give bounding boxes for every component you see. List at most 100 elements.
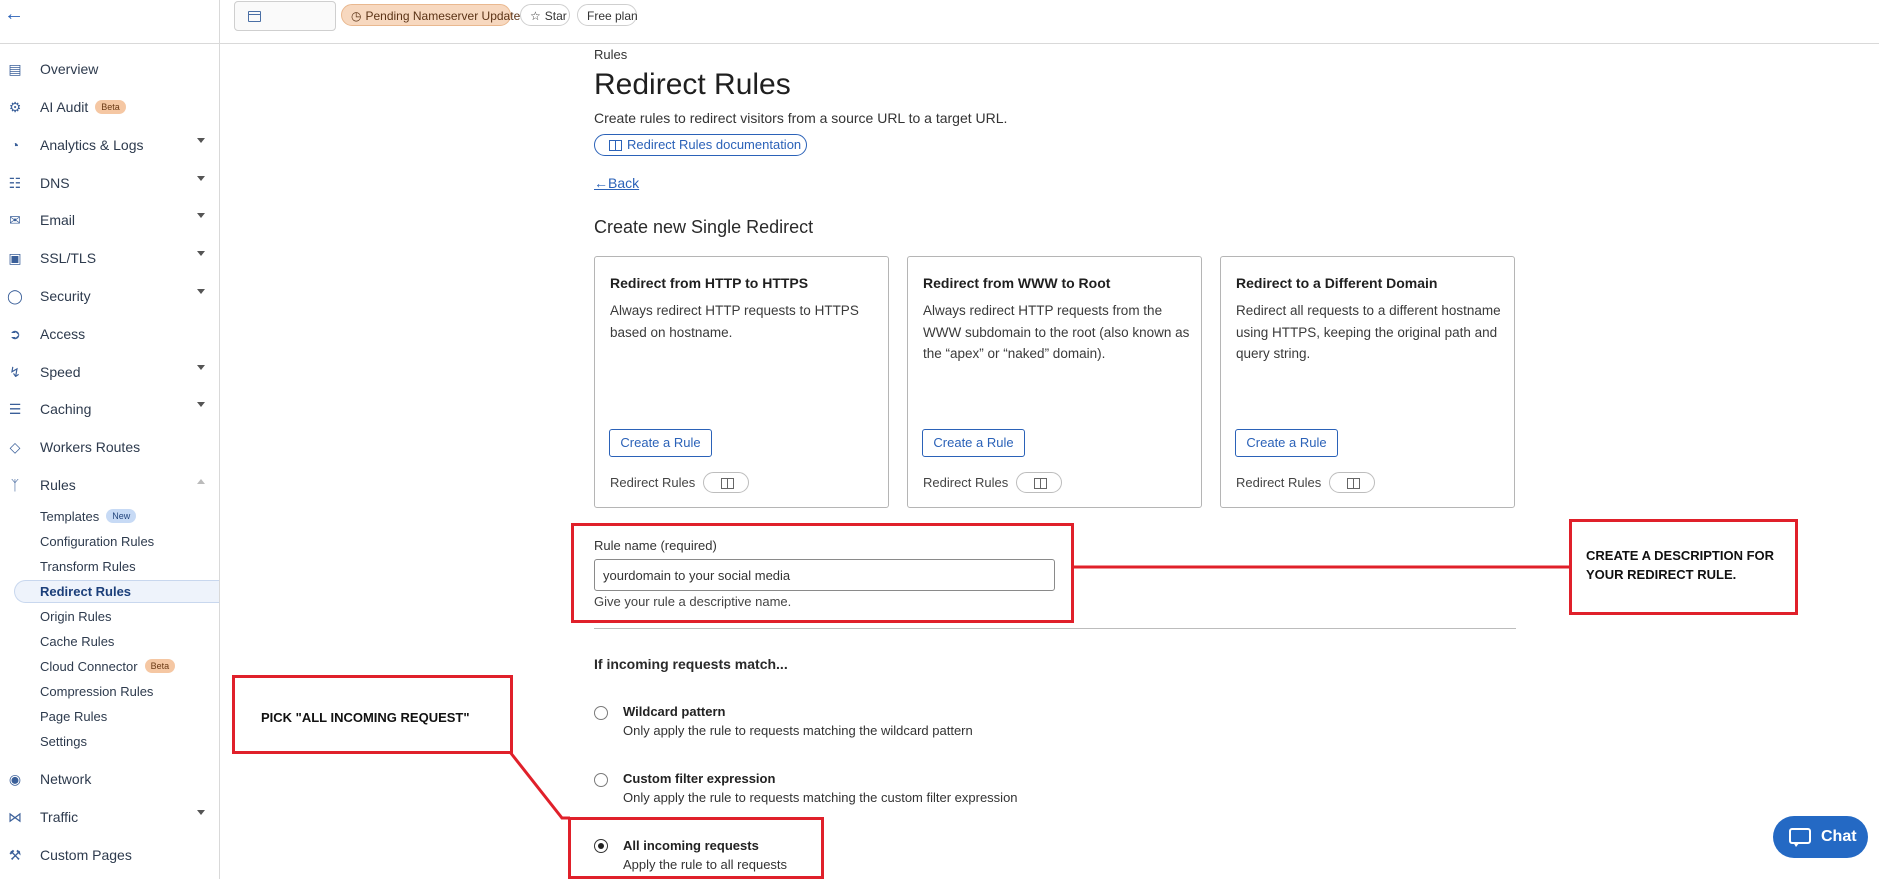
- card-description: Always redirect HTTP requests to HTTPS b…: [610, 303, 859, 340]
- sidebar-item-caching[interactable]: ☰ Caching: [0, 394, 219, 424]
- sidebar-sub-compression-rules[interactable]: Compression Rules: [14, 680, 219, 703]
- envelope-icon: ✉: [9, 212, 21, 228]
- book-icon: [721, 478, 734, 489]
- sidebar-item-email[interactable]: ✉ Email: [0, 205, 219, 235]
- docs-button[interactable]: [1016, 472, 1062, 493]
- template-card-different-domain: Redirect to a Different Domain Redirect …: [1220, 256, 1515, 508]
- shield-icon: ◯: [7, 288, 23, 304]
- create-rule-button[interactable]: Create a Rule: [922, 429, 1025, 457]
- sidebar-sub-settings[interactable]: Settings: [14, 730, 219, 753]
- sidebar-item-label: AI Audit: [40, 99, 89, 115]
- card-footer-label: Redirect Rules: [1236, 475, 1322, 490]
- sidebar-sub-cloud-connector[interactable]: Cloud Connector Beta: [14, 655, 219, 678]
- zone-selector[interactable]: [234, 1, 336, 31]
- annotation-box-left-note: PICK "ALL INCOMING REQUEST": [232, 675, 513, 754]
- page-description: Create rules to redirect visitors from a…: [594, 110, 1008, 126]
- sidebar-item-security[interactable]: ◯ Security: [0, 281, 219, 311]
- sidebar-sub-cache-rules[interactable]: Cache Rules: [14, 630, 219, 653]
- sidebar-sub-page-rules[interactable]: Page Rules: [14, 705, 219, 728]
- sidebar-sub-templates[interactable]: Templates New: [14, 505, 219, 528]
- clock-chart-icon: ◔: [10, 137, 20, 153]
- sidebar-item-ssl[interactable]: ▣ SSL/TLS: [0, 243, 219, 273]
- match-section-title: If incoming requests match...: [594, 656, 788, 672]
- chat-bubble-icon: [1789, 828, 1811, 847]
- book-icon: [1034, 478, 1047, 489]
- top-divider: [219, 0, 220, 43]
- sidebar-item-network[interactable]: ◉ Network: [0, 764, 219, 794]
- fork-icon: ᛉ: [10, 477, 20, 493]
- star-icon: ☆: [530, 9, 541, 23]
- plan-badge[interactable]: Free plan: [577, 4, 638, 26]
- sidebar-sub-origin-rules[interactable]: Origin Rules: [14, 605, 219, 628]
- annotation-left-text: PICK "ALL INCOMING REQUEST": [261, 710, 470, 725]
- chevron-down-icon: [197, 213, 205, 218]
- lightning-icon: ↯: [9, 364, 21, 380]
- window-icon: [248, 11, 261, 22]
- chevron-down-icon: [197, 289, 205, 294]
- lock-icon: ▣: [8, 250, 22, 266]
- sidebar-item-label: Cloud Connector: [40, 659, 138, 674]
- sidebar-item-custom-pages[interactable]: ⚒ Custom Pages: [0, 840, 219, 870]
- card-footer-label: Redirect Rules: [610, 475, 696, 490]
- chat-button[interactable]: Chat: [1773, 816, 1868, 858]
- sidebar-item-overview[interactable]: ▤ Overview: [0, 54, 219, 84]
- sidebar-item-dns[interactable]: ☷ DNS: [0, 168, 219, 198]
- section-title: Create new Single Redirect: [594, 217, 814, 237]
- clock-icon: ◷: [351, 9, 362, 23]
- custom-filter-description: Only apply the rule to requests matching…: [623, 790, 1018, 805]
- sidebar-item-label: Templates: [40, 509, 100, 524]
- beta-badge: Beta: [95, 100, 126, 114]
- sidebar: ▤ Overview ⚙ AI Audit Beta ◔ Analytics & …: [0, 44, 220, 879]
- server-stack-icon: ☰: [8, 401, 22, 417]
- sidebar-item-rules[interactable]: ᛉ Rules: [0, 470, 219, 500]
- pin-icon: ◉: [8, 771, 22, 787]
- chevron-down-icon: [197, 251, 205, 256]
- custom-filter-radio[interactable]: [594, 773, 608, 787]
- sidebar-sub-configuration-rules[interactable]: Configuration Rules: [14, 530, 219, 553]
- login-icon: ➲: [9, 326, 21, 342]
- custom-filter-label[interactable]: Custom filter expression: [623, 771, 775, 786]
- docs-button[interactable]: [1329, 472, 1375, 493]
- card-footer-label: Redirect Rules: [923, 475, 1009, 490]
- book-icon: [1347, 478, 1360, 489]
- sidebar-sub-transform-rules[interactable]: Transform Rules: [14, 555, 219, 578]
- annotation-line-left: [508, 751, 570, 820]
- card-title: Redirect from HTTP to HTTPS: [610, 275, 809, 291]
- breadcrumb: Rules: [594, 47, 628, 62]
- card-description: Always redirect HTTP requests from the W…: [923, 303, 1190, 361]
- chevron-down-icon: [197, 138, 205, 143]
- chevron-down-icon: [197, 365, 205, 370]
- chevron-up-icon: [197, 479, 205, 484]
- sidebar-item-ai-audit[interactable]: ⚙ AI Audit Beta: [0, 92, 219, 122]
- sidebar-item-access[interactable]: ➲ Access: [0, 319, 219, 349]
- sidebar-item-analytics[interactable]: ◔ Analytics & Logs: [0, 130, 219, 160]
- sidebar-item-speed[interactable]: ↯ Speed: [0, 357, 219, 387]
- star-button[interactable]: ☆ Star: [520, 4, 570, 26]
- chevron-down-icon: [197, 402, 205, 407]
- sidebar-item-workers-routes[interactable]: ◇ Workers Routes: [0, 432, 219, 462]
- back-arrow-icon[interactable]: ←: [4, 4, 24, 24]
- new-badge: New: [106, 509, 137, 523]
- chevron-down-icon: [197, 810, 205, 815]
- create-rule-button[interactable]: Create a Rule: [609, 429, 712, 457]
- documentation-link[interactable]: Redirect Rules documentation: [594, 134, 807, 156]
- back-link[interactable]: ←Back: [594, 175, 639, 191]
- wildcard-pattern-label[interactable]: Wildcard pattern: [623, 704, 725, 719]
- annotation-box-all-requests: [568, 817, 824, 879]
- share-nodes-icon: ⋈: [8, 809, 22, 825]
- annotation-right-text: CREATE A DESCRIPTION FOR YOUR REDIRECT R…: [1586, 548, 1775, 582]
- card-title: Redirect from WWW to Root: [923, 275, 1111, 291]
- pending-nameserver-badge[interactable]: ◷ Pending Nameserver Update: [341, 4, 520, 26]
- card-title: Redirect to a Different Domain: [1236, 275, 1438, 291]
- document-icon: ▤: [8, 61, 22, 77]
- sidebar-item-traffic[interactable]: ⋈ Traffic: [0, 802, 219, 832]
- book-icon: [609, 140, 622, 151]
- arrow-left-icon: ←: [594, 175, 608, 191]
- wrench-icon: ⚒: [8, 847, 22, 863]
- wildcard-pattern-radio[interactable]: [594, 706, 608, 720]
- docs-button[interactable]: [703, 472, 749, 493]
- sidebar-sub-redirect-rules[interactable]: Redirect Rules: [14, 580, 219, 603]
- chevron-down-icon: [197, 176, 205, 181]
- network-tree-icon: ☷: [8, 175, 22, 191]
- create-rule-button[interactable]: Create a Rule: [1235, 429, 1338, 457]
